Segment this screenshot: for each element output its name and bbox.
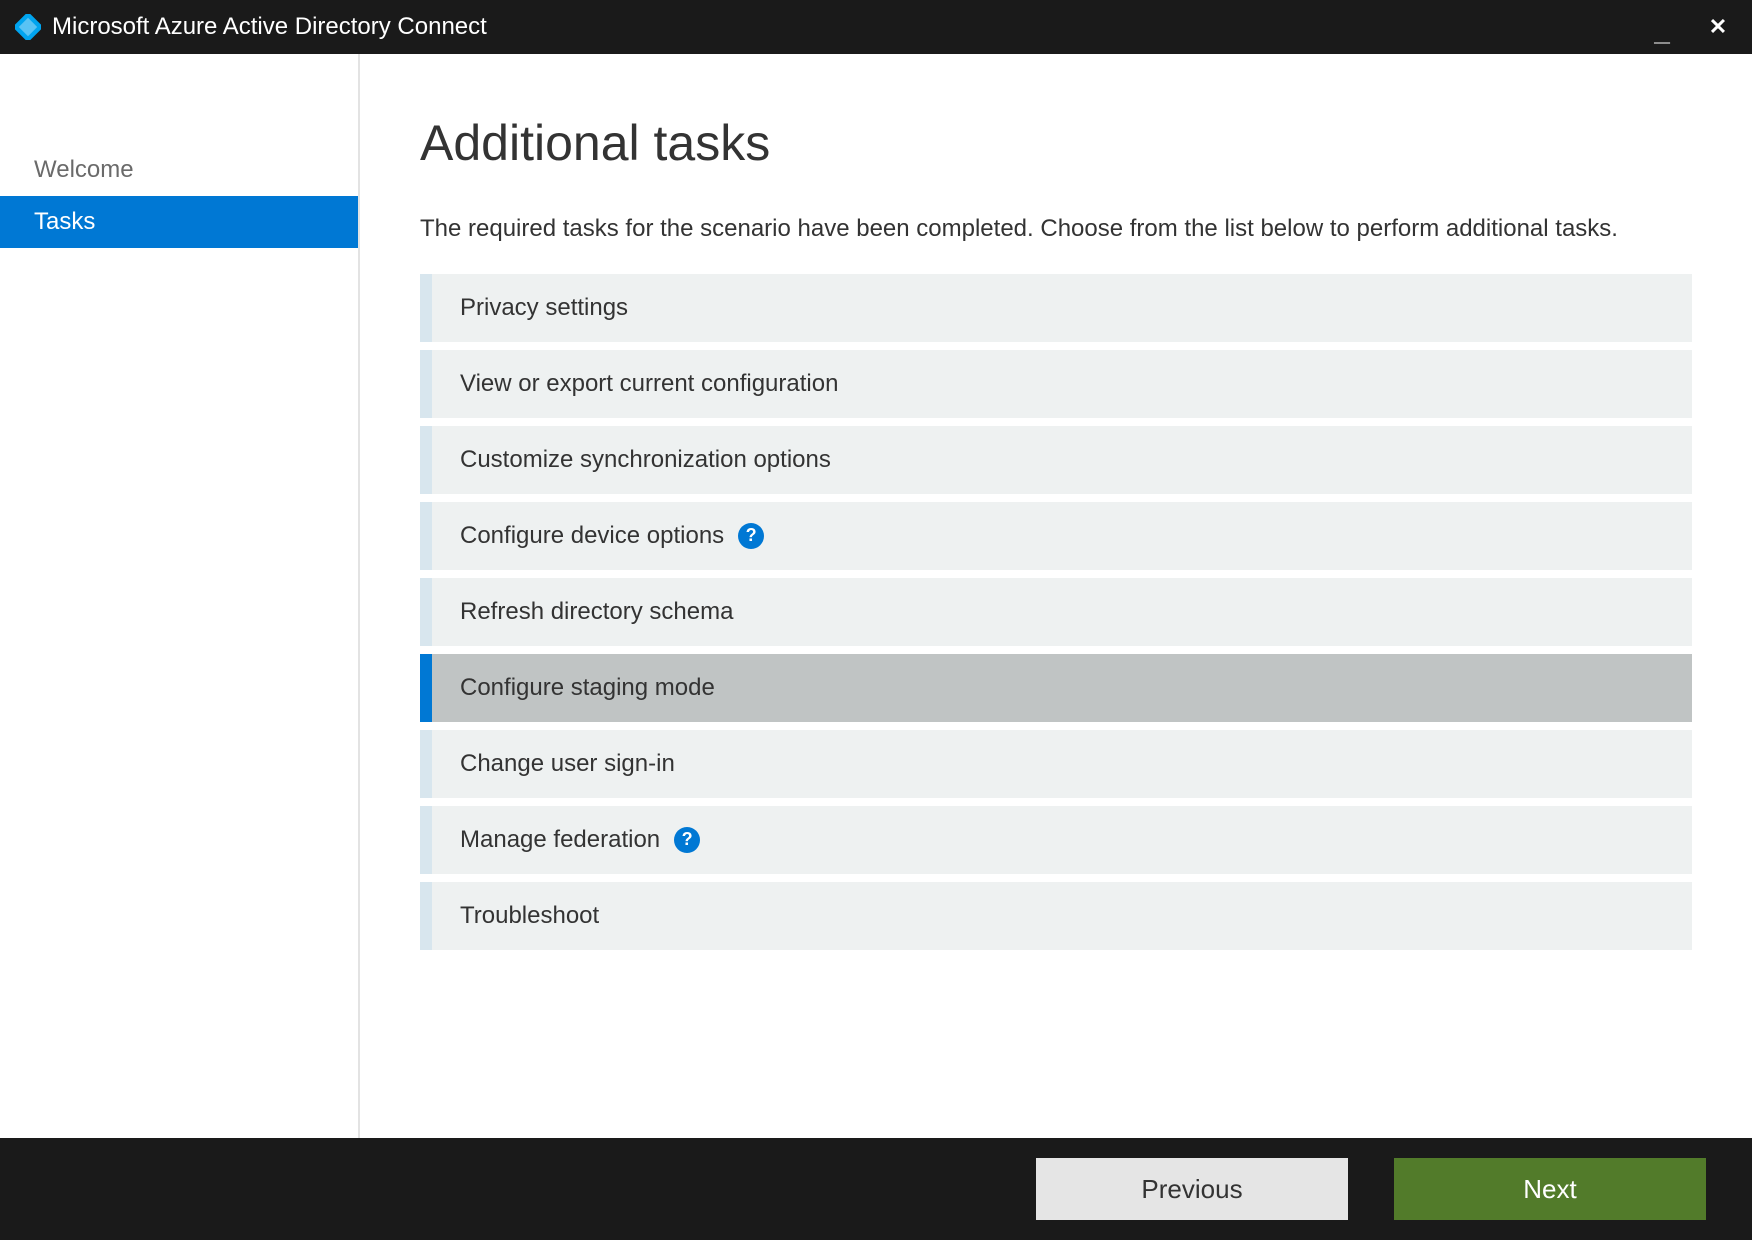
- close-button[interactable]: ✕: [1704, 14, 1732, 40]
- task-customize-sync[interactable]: Customize synchronization options: [420, 426, 1692, 494]
- task-list: Privacy settings View or export current …: [420, 274, 1692, 950]
- task-accent: [420, 730, 432, 798]
- task-label: Configure device options: [432, 522, 724, 550]
- sidebar-item-label: Welcome: [34, 156, 134, 184]
- sidebar-item-welcome[interactable]: Welcome: [0, 144, 358, 196]
- task-label: Privacy settings: [432, 294, 628, 322]
- task-accent: [420, 654, 432, 722]
- main-content: Additional tasks The required tasks for …: [360, 54, 1752, 1138]
- sidebar-item-label: Tasks: [34, 208, 95, 236]
- task-privacy-settings[interactable]: Privacy settings: [420, 274, 1692, 342]
- task-label: View or export current configuration: [432, 370, 838, 398]
- sidebar: Welcome Tasks: [0, 54, 360, 1138]
- task-accent: [420, 882, 432, 950]
- task-configure-staging-mode[interactable]: Configure staging mode: [420, 654, 1692, 722]
- task-label: Troubleshoot: [432, 902, 599, 930]
- footer: Previous Next: [0, 1138, 1752, 1240]
- task-accent: [420, 806, 432, 874]
- body-area: Welcome Tasks Additional tasks The requi…: [0, 54, 1752, 1138]
- task-accent: [420, 274, 432, 342]
- task-change-user-signin[interactable]: Change user sign-in: [420, 730, 1692, 798]
- window-controls: _ ✕: [1648, 11, 1732, 43]
- task-configure-device-options[interactable]: Configure device options ?: [420, 502, 1692, 570]
- task-manage-federation[interactable]: Manage federation ?: [420, 806, 1692, 874]
- task-label: Customize synchronization options: [432, 446, 831, 474]
- task-accent: [420, 350, 432, 418]
- help-icon[interactable]: ?: [674, 827, 700, 853]
- help-icon[interactable]: ?: [738, 523, 764, 549]
- next-button[interactable]: Next: [1394, 1158, 1706, 1220]
- task-view-export-config[interactable]: View or export current configuration: [420, 350, 1692, 418]
- task-label: Refresh directory schema: [432, 598, 733, 626]
- page-description: The required tasks for the scenario have…: [420, 212, 1692, 246]
- titlebar: Microsoft Azure Active Directory Connect…: [0, 0, 1752, 54]
- task-refresh-directory-schema[interactable]: Refresh directory schema: [420, 578, 1692, 646]
- task-troubleshoot[interactable]: Troubleshoot: [420, 882, 1692, 950]
- task-accent: [420, 502, 432, 570]
- page-title: Additional tasks: [420, 114, 1692, 172]
- sidebar-item-tasks[interactable]: Tasks: [0, 196, 358, 248]
- task-accent: [420, 426, 432, 494]
- task-accent: [420, 578, 432, 646]
- task-label: Change user sign-in: [432, 750, 675, 778]
- previous-button[interactable]: Previous: [1036, 1158, 1348, 1220]
- minimize-button[interactable]: _: [1648, 15, 1676, 47]
- app-window: Microsoft Azure Active Directory Connect…: [0, 0, 1752, 1240]
- titlebar-title: Microsoft Azure Active Directory Connect: [52, 13, 1648, 41]
- task-label: Configure staging mode: [432, 674, 715, 702]
- azure-logo-icon: [14, 13, 42, 41]
- task-label: Manage federation: [432, 826, 660, 854]
